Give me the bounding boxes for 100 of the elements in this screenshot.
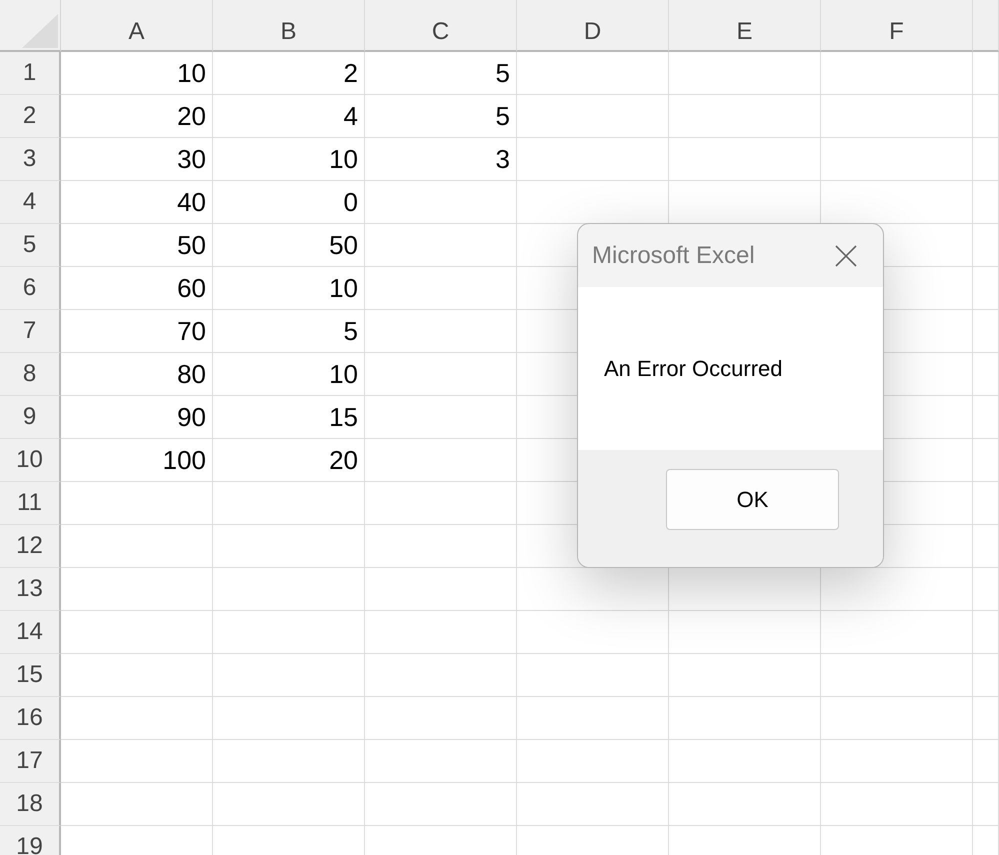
- table-cell[interactable]: [973, 52, 999, 95]
- table-cell[interactable]: [213, 568, 365, 611]
- table-cell[interactable]: [973, 611, 999, 654]
- table-cell[interactable]: [973, 353, 999, 396]
- table-cell[interactable]: [669, 95, 821, 138]
- table-cell[interactable]: 40: [61, 181, 213, 224]
- table-cell[interactable]: 5: [213, 310, 365, 353]
- table-cell[interactable]: [821, 95, 973, 138]
- row-header[interactable]: 14: [0, 611, 61, 654]
- table-cell[interactable]: [973, 396, 999, 439]
- row-header[interactable]: 5: [0, 224, 61, 267]
- table-cell[interactable]: [669, 138, 821, 181]
- table-cell[interactable]: 15: [213, 396, 365, 439]
- table-cell[interactable]: [973, 439, 999, 482]
- table-cell[interactable]: [61, 783, 213, 826]
- table-cell[interactable]: 10: [213, 138, 365, 181]
- row-header[interactable]: 11: [0, 482, 61, 525]
- table-cell[interactable]: [365, 181, 517, 224]
- table-cell[interactable]: [365, 525, 517, 568]
- column-header[interactable]: E: [669, 0, 821, 52]
- table-cell[interactable]: [517, 697, 669, 740]
- table-cell[interactable]: [821, 697, 973, 740]
- table-cell[interactable]: [213, 783, 365, 826]
- table-cell[interactable]: [973, 568, 999, 611]
- column-header[interactable]: A: [61, 0, 213, 52]
- table-cell[interactable]: [365, 267, 517, 310]
- row-header[interactable]: 17: [0, 740, 61, 783]
- column-header[interactable]: B: [213, 0, 365, 52]
- row-header[interactable]: 15: [0, 654, 61, 697]
- table-cell[interactable]: [973, 783, 999, 826]
- row-header[interactable]: 3: [0, 138, 61, 181]
- row-header[interactable]: 2: [0, 95, 61, 138]
- row-header[interactable]: 4: [0, 181, 61, 224]
- table-cell[interactable]: [973, 267, 999, 310]
- table-cell[interactable]: [973, 224, 999, 267]
- table-cell[interactable]: [365, 396, 517, 439]
- table-cell[interactable]: [213, 697, 365, 740]
- table-cell[interactable]: [517, 654, 669, 697]
- table-cell[interactable]: [517, 52, 669, 95]
- table-cell[interactable]: [973, 697, 999, 740]
- table-cell[interactable]: [365, 224, 517, 267]
- table-cell[interactable]: [213, 525, 365, 568]
- table-cell[interactable]: 50: [213, 224, 365, 267]
- table-cell[interactable]: 70: [61, 310, 213, 353]
- table-cell[interactable]: 100: [61, 439, 213, 482]
- table-cell[interactable]: [213, 740, 365, 783]
- table-cell[interactable]: [973, 310, 999, 353]
- row-header[interactable]: 7: [0, 310, 61, 353]
- table-cell[interactable]: 4: [213, 95, 365, 138]
- table-cell[interactable]: 30: [61, 138, 213, 181]
- table-cell[interactable]: [973, 482, 999, 525]
- column-header[interactable]: F: [821, 0, 973, 52]
- table-cell[interactable]: [517, 95, 669, 138]
- table-cell[interactable]: [61, 611, 213, 654]
- table-cell[interactable]: [61, 482, 213, 525]
- table-cell[interactable]: [821, 611, 973, 654]
- table-cell[interactable]: 5: [365, 95, 517, 138]
- table-cell[interactable]: [517, 740, 669, 783]
- table-cell[interactable]: [669, 52, 821, 95]
- table-cell[interactable]: 10: [213, 267, 365, 310]
- table-cell[interactable]: [669, 697, 821, 740]
- table-cell[interactable]: [973, 138, 999, 181]
- table-cell[interactable]: 50: [61, 224, 213, 267]
- row-header[interactable]: 13: [0, 568, 61, 611]
- table-cell[interactable]: 2: [213, 52, 365, 95]
- table-cell[interactable]: [973, 654, 999, 697]
- table-cell[interactable]: [61, 654, 213, 697]
- table-cell[interactable]: [365, 697, 517, 740]
- table-cell[interactable]: [365, 611, 517, 654]
- table-cell[interactable]: [973, 95, 999, 138]
- table-cell[interactable]: [973, 525, 999, 568]
- row-header[interactable]: 1: [0, 52, 61, 95]
- table-cell[interactable]: [61, 568, 213, 611]
- table-cell[interactable]: 10: [213, 353, 365, 396]
- table-cell[interactable]: [365, 783, 517, 826]
- table-cell[interactable]: [213, 482, 365, 525]
- table-cell[interactable]: 3: [365, 138, 517, 181]
- table-cell[interactable]: [973, 181, 999, 224]
- table-cell[interactable]: [517, 783, 669, 826]
- table-cell[interactable]: [669, 654, 821, 697]
- table-cell[interactable]: [365, 482, 517, 525]
- table-cell[interactable]: [365, 353, 517, 396]
- table-cell[interactable]: [669, 740, 821, 783]
- row-header[interactable]: 10: [0, 439, 61, 482]
- row-header[interactable]: 12: [0, 525, 61, 568]
- table-cell[interactable]: [669, 611, 821, 654]
- row-header[interactable]: 9: [0, 396, 61, 439]
- row-header[interactable]: 18: [0, 783, 61, 826]
- ok-button[interactable]: OK: [666, 469, 839, 530]
- table-cell[interactable]: [61, 697, 213, 740]
- table-cell[interactable]: [365, 568, 517, 611]
- close-icon[interactable]: [835, 244, 857, 266]
- table-cell[interactable]: 20: [61, 95, 213, 138]
- table-cell[interactable]: [517, 611, 669, 654]
- table-cell[interactable]: [213, 611, 365, 654]
- table-cell[interactable]: [517, 138, 669, 181]
- row-header[interactable]: 8: [0, 353, 61, 396]
- table-cell[interactable]: [821, 783, 973, 826]
- table-cell[interactable]: 10: [61, 52, 213, 95]
- table-cell[interactable]: [821, 740, 973, 783]
